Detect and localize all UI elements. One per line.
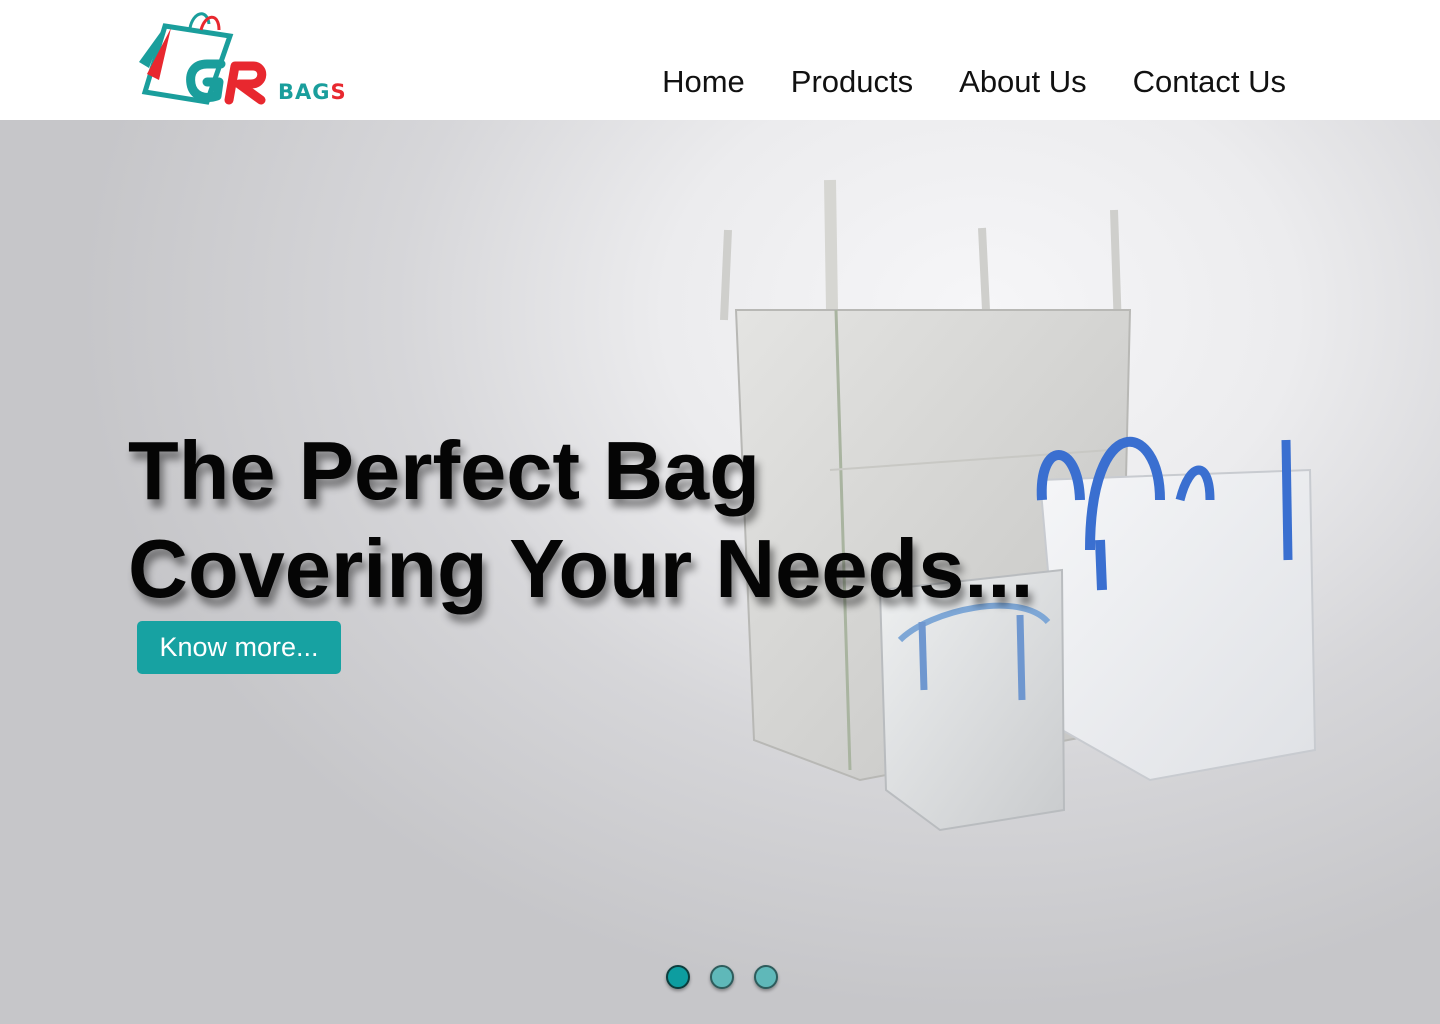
- hero-headline-line2: Covering Your Needs...: [128, 522, 1034, 615]
- brand-logo[interactable]: BAGS: [135, 6, 347, 110]
- hero-headline-line1: The Perfect Bag: [128, 424, 760, 517]
- nav-products-link[interactable]: Products: [791, 62, 913, 102]
- nav-about-us-link[interactable]: About Us: [959, 62, 1087, 102]
- brand-wordmark-part2: S: [330, 80, 347, 104]
- know-more-button[interactable]: Know more...: [137, 621, 341, 674]
- brand-wordmark: BAGS: [278, 80, 347, 104]
- site-header: BAGS Home Products About Us Contact Us: [0, 0, 1440, 120]
- main-nav: Home Products About Us Contact Us: [662, 62, 1286, 102]
- carousel-dot-3[interactable]: [754, 965, 778, 989]
- carousel-indicators: [666, 965, 778, 989]
- nav-home-link[interactable]: Home: [662, 62, 745, 102]
- carousel-dot-1[interactable]: [666, 965, 690, 989]
- brand-wordmark-part1: BAG: [278, 80, 331, 104]
- hero-banner: The Perfect Bag Covering Your Needs... K…: [0, 120, 1440, 1024]
- nav-contact-us-link[interactable]: Contact Us: [1133, 62, 1286, 102]
- hero-headline: The Perfect Bag Covering Your Needs...: [128, 422, 1034, 618]
- carousel-dot-2[interactable]: [710, 965, 734, 989]
